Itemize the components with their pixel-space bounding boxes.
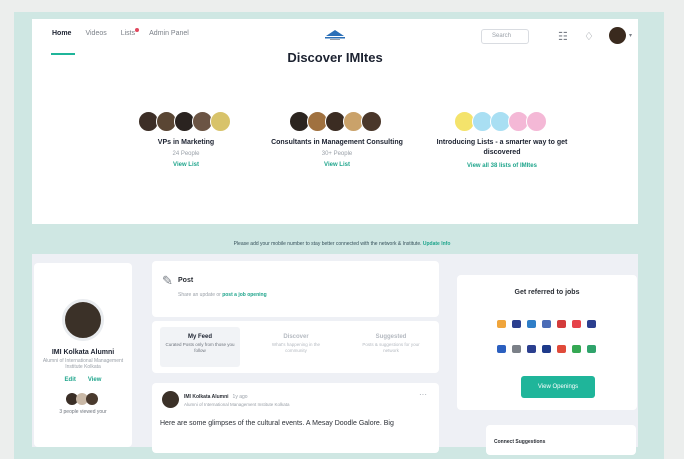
notifications-bell-icon[interactable]: ♢: [584, 30, 594, 43]
profile-avatar[interactable]: [62, 299, 104, 341]
feed-tabs: My Feed Curated Posts only from those yo…: [152, 321, 439, 373]
nav-lists[interactable]: Lists: [120, 28, 140, 37]
company-logo: [512, 345, 521, 353]
group-name: Introducing Lists - a smarter way to get…: [436, 139, 568, 156]
tab-discover[interactable]: Discover What's happening in the communi…: [256, 327, 336, 367]
banner-text: Please add your mobile number to stay be…: [233, 241, 422, 247]
discover-card: Home Videos Lists Admin Panel Search ☷ ♢…: [32, 19, 638, 224]
company-logo: [572, 320, 581, 328]
post-author[interactable]: IMI Kolkata Alumni 1y ago: [184, 394, 248, 400]
group-vps-marketing[interactable]: VPs in Marketing 24 People View List: [116, 111, 256, 168]
more-options-icon[interactable]: ···: [419, 390, 427, 399]
post-prompt[interactable]: Share an update or post a job opening: [178, 292, 267, 298]
member-avatar: [361, 111, 382, 132]
company-logos-row-1: [497, 320, 642, 328]
company-logo: [497, 345, 506, 353]
connect-suggestions-card: Connect Suggestions: [486, 425, 636, 455]
group-count: 30+ People: [321, 151, 353, 157]
tab-description: What's happening in the community: [271, 342, 321, 353]
company-logo: [542, 345, 551, 353]
tab-description: Posts & suggestions for your network: [362, 342, 420, 353]
top-nav: Home Videos Lists Admin Panel: [52, 28, 189, 37]
tab-title: Suggested: [375, 334, 407, 340]
institute-logo-icon[interactable]: [322, 27, 348, 41]
edit-profile-link[interactable]: Edit: [65, 377, 76, 383]
page-title: Discover IMItes: [287, 50, 383, 65]
group-faces: [116, 111, 256, 132]
post-time: 1y ago: [232, 394, 248, 400]
post-author-avatar[interactable]: [162, 391, 179, 408]
post-job-link[interactable]: post a job opening: [222, 292, 266, 298]
chevron-down-icon[interactable]: ▾: [629, 32, 632, 39]
view-list-link[interactable]: View List: [116, 162, 256, 168]
post-text: Here are some glimpses of the cultural e…: [160, 420, 394, 427]
group-faces: [267, 111, 407, 132]
pencil-icon: ✎: [162, 273, 173, 288]
viewer-avatar: [86, 393, 98, 405]
company-logo: [512, 320, 521, 328]
placeholder-avatar-icon: [526, 111, 547, 132]
update-info-banner: Please add your mobile number to stay be…: [0, 241, 684, 247]
messages-icon[interactable]: ☷: [558, 30, 568, 43]
profile-card: IMI Kolkata Alumni Alumni of Internation…: [34, 263, 132, 447]
post-prompt-text: Share an update or: [178, 292, 223, 298]
company-logo: [572, 345, 581, 353]
nav-videos[interactable]: Videos: [85, 30, 106, 37]
profile-name: IMI Kolkata Alumni: [51, 349, 115, 356]
group-faces: [432, 111, 572, 132]
connect-suggestions-label: Connect Suggestions: [494, 439, 546, 445]
group-introducing-lists[interactable]: Introducing Lists - a smarter way to get…: [432, 111, 572, 169]
tab-suggested[interactable]: Suggested Posts & suggestions for your n…: [351, 327, 431, 367]
view-list-link[interactable]: View List: [267, 162, 407, 168]
post-author-name: IMI Kolkata Alumni: [184, 394, 229, 400]
company-logo: [587, 345, 596, 353]
company-logo: [497, 320, 506, 328]
search-input[interactable]: Search: [481, 29, 529, 44]
nav-home[interactable]: Home: [52, 30, 71, 37]
user-avatar[interactable]: [609, 27, 626, 44]
nav-admin-panel[interactable]: Admin Panel: [149, 30, 189, 37]
group-name: VPs in Marketing: [157, 139, 215, 146]
company-logo: [587, 320, 596, 328]
feed-post: IMI Kolkata Alumni 1y ago Alumni of Inter…: [152, 383, 439, 453]
view-profile-link[interactable]: View: [88, 377, 102, 383]
group-count: 24 People: [172, 151, 200, 157]
nav-lists-label: Lists: [120, 30, 136, 37]
company-logo: [557, 345, 566, 353]
referral-card: Get referred to jobs View Openings: [457, 275, 637, 410]
profile-subtitle: Alumni of International Management Insti…: [42, 358, 124, 370]
profile-viewers-text[interactable]: 3 people viewed your: [34, 409, 132, 415]
tab-description: Curated Posts only from those you follow: [165, 342, 235, 353]
company-logo: [542, 320, 551, 328]
viewer-faces: [34, 393, 132, 405]
post-label: Post: [178, 277, 194, 284]
post-composer[interactable]: ✎ Post Share an update or post a job ope…: [152, 261, 439, 317]
referral-title: Get referred to jobs: [514, 289, 580, 296]
notification-dot-icon: [135, 28, 140, 32]
update-info-link[interactable]: Update Info: [423, 241, 451, 247]
company-logos-row-2: [497, 345, 642, 353]
view-all-lists-link[interactable]: View all 38 lists of IMItes: [432, 163, 572, 169]
group-name: Consultants in Management Consulting: [271, 139, 403, 146]
company-logo: [527, 320, 536, 328]
member-avatar: [210, 111, 231, 132]
tab-title: My Feed: [187, 334, 212, 340]
view-openings-button[interactable]: View Openings: [521, 376, 595, 398]
group-consultants[interactable]: Consultants in Management Consulting 30+…: [267, 111, 407, 168]
tab-title: Discover: [283, 334, 309, 340]
company-logo: [527, 345, 536, 353]
company-logo: [557, 320, 566, 328]
post-author-org: Alumni of International Management Insti…: [184, 402, 290, 407]
tab-my-feed[interactable]: My Feed Curated Posts only from those yo…: [160, 327, 240, 367]
